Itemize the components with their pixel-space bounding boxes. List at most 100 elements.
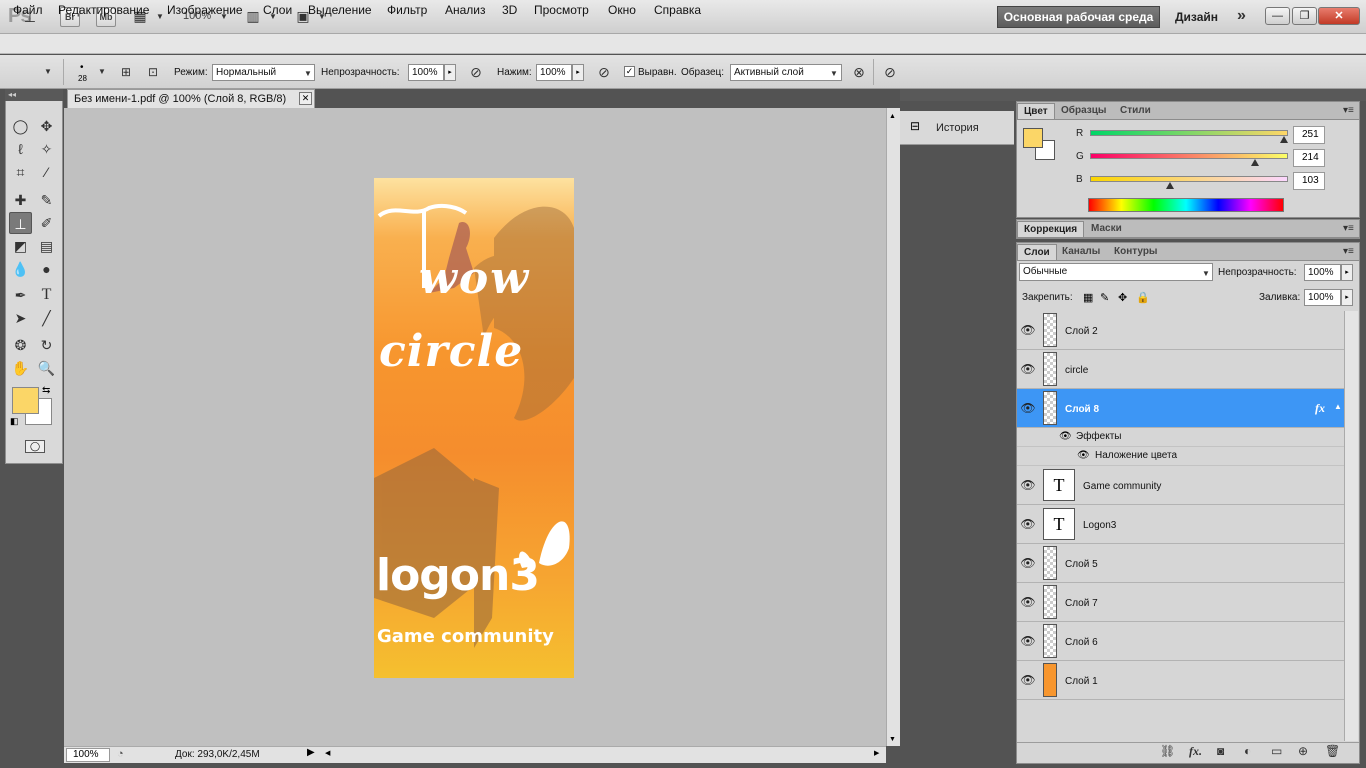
3d-rotate-tool-icon[interactable]: ❂ (9, 334, 32, 356)
vertical-scrollbar[interactable] (886, 108, 900, 746)
menu-help[interactable]: Справка (654, 3, 701, 17)
zoom-tool-icon[interactable]: 🔍 (35, 357, 58, 379)
design-workspace-button[interactable]: Дизайн (1175, 10, 1218, 24)
sample-select[interactable]: Активный слой (730, 64, 842, 81)
close-document-icon[interactable]: ✕ (299, 92, 312, 105)
default-colors-icon[interactable]: ◧ (10, 416, 19, 427)
path-selection-tool-icon[interactable]: ➤ (9, 307, 32, 329)
toolbox-header[interactable]: ◂◂ (5, 89, 63, 101)
layer-opacity-field[interactable]: 100% (1304, 264, 1341, 281)
chevron-down-icon[interactable]: ▼ (98, 67, 106, 76)
tab-paths[interactable]: Контуры (1108, 244, 1163, 260)
tab-layers[interactable]: Слои (1017, 244, 1057, 260)
scroll-up-icon[interactable]: ▲ (889, 113, 896, 120)
delete-layer-icon[interactable]: 🗑 (1325, 744, 1340, 758)
chevron-down-icon[interactable]: ▼ (1202, 269, 1210, 278)
new-adjustment-icon[interactable]: ◐ (1244, 744, 1251, 758)
dodge-tool-icon[interactable]: ● (35, 258, 58, 280)
menu-layers[interactable]: Слои (263, 3, 292, 17)
more-workspaces-button[interactable]: » (1237, 7, 1246, 25)
status-menu-arrow-icon[interactable]: ▶ (307, 747, 315, 758)
eraser-tool-icon[interactable]: ◩ (9, 235, 32, 257)
fill-field[interactable]: 100% (1304, 289, 1341, 306)
tablet-pressure-icon[interactable]: ⊘ (880, 63, 900, 82)
panel-menu-icon[interactable]: ▾≡ (1343, 246, 1354, 257)
restore-button[interactable]: ❐ (1292, 7, 1317, 25)
history-brush-tool-icon[interactable]: ✐ (35, 212, 58, 234)
mode-select[interactable]: Нормальный (212, 64, 315, 81)
layer-opacity-stepper[interactable]: ▸ (1341, 264, 1353, 281)
menu-window[interactable]: Окно (608, 3, 636, 17)
chevron-down-icon[interactable]: ▼ (156, 12, 164, 21)
chevron-down-icon[interactable]: ▼ (304, 69, 312, 78)
scroll-left-icon[interactable]: ◀ (325, 749, 330, 757)
tab-adjustments[interactable]: Коррекция (1017, 221, 1085, 237)
r-slider-thumb[interactable] (1280, 136, 1288, 143)
fill-stepper[interactable]: ▸ (1341, 289, 1353, 306)
r-slider[interactable] (1090, 130, 1288, 136)
move-tool-icon[interactable]: ✥ (35, 115, 58, 137)
chevron-down-icon[interactable]: ▼ (44, 67, 52, 76)
eye-icon[interactable]: 👁 (1077, 450, 1090, 461)
3d-orbit-tool-icon[interactable]: ↻ (35, 334, 58, 356)
tab-styles[interactable]: Стили (1114, 103, 1157, 119)
clone-stamp-tool-icon[interactable]: ⊥ (9, 212, 32, 234)
tab-masks[interactable]: Маски (1085, 221, 1128, 237)
lock-position-icon[interactable]: ✥ (1118, 291, 1127, 304)
blur-tool-icon[interactable]: 💧 (9, 258, 32, 280)
menu-3d[interactable]: 3D (502, 3, 517, 17)
b-value[interactable]: 103 (1293, 172, 1325, 190)
minimize-button[interactable]: — (1265, 7, 1290, 25)
line-tool-icon[interactable]: ╱ (35, 307, 58, 329)
menu-select[interactable]: Выделение (308, 3, 372, 17)
layers-scrollbar[interactable] (1344, 311, 1358, 741)
eye-icon[interactable]: 👁 (1019, 631, 1037, 651)
magic-wand-tool-icon[interactable]: ✧ (35, 138, 58, 160)
eye-icon[interactable]: 👁 (1019, 514, 1037, 534)
lock-transparency-icon[interactable]: ▦ (1083, 291, 1093, 304)
crop-tool-icon[interactable]: ⌗ (9, 161, 32, 183)
chevron-down-icon[interactable]: ▼ (830, 69, 838, 78)
eye-icon[interactable]: 👁 (1019, 553, 1037, 573)
clone-source-icon[interactable]: ⊡ (143, 63, 163, 82)
add-mask-icon[interactable]: ◙ (1217, 744, 1224, 758)
lock-pixels-icon[interactable]: ✎ (1100, 291, 1109, 304)
airbrush-icon[interactable]: ⊘ (594, 63, 614, 82)
lasso-tool-icon[interactable]: ℓ (9, 138, 32, 160)
b-slider-thumb[interactable] (1166, 182, 1174, 189)
eye-icon[interactable]: 👁 (1019, 670, 1037, 690)
tab-swatches[interactable]: Образцы (1055, 103, 1112, 119)
status-zoom-field[interactable]: 100% (66, 748, 110, 762)
status-options-icon[interactable]: ◔ (117, 748, 124, 760)
eye-icon[interactable]: 👁 (1019, 398, 1037, 418)
g-value[interactable]: 214 (1293, 149, 1325, 167)
swap-colors-icon[interactable]: ⇆ (42, 385, 50, 396)
pressure-field[interactable]: 100% (536, 64, 572, 81)
arrange-documents-icon[interactable]: ▥ (243, 7, 263, 26)
blend-mode-select[interactable]: Обычные (1019, 263, 1213, 281)
color-overlay-row[interactable] (1017, 447, 1344, 466)
expand-effects-icon[interactable]: ▲ (1334, 402, 1342, 411)
fx-icon[interactable]: fx (1315, 401, 1325, 416)
hand-tool-icon[interactable]: ✋ (9, 357, 32, 379)
opacity-field[interactable]: 100% (408, 64, 444, 81)
color-spectrum-bar[interactable] (1088, 198, 1284, 212)
foreground-color-swatch[interactable] (12, 387, 39, 414)
banner-artwork[interactable]: wow circle logon3 Game community (374, 178, 574, 678)
brush-preview-icon[interactable]: • (80, 62, 84, 73)
link-layers-icon[interactable]: ⛓ (1160, 744, 1175, 758)
eye-icon[interactable]: 👁 (1019, 320, 1037, 340)
marquee-tool-icon[interactable]: ◯ (9, 115, 32, 137)
b-slider[interactable] (1090, 176, 1288, 182)
pen-tool-icon[interactable]: ✒ (9, 284, 32, 306)
eye-icon[interactable]: 👁 (1059, 431, 1072, 442)
menu-image[interactable]: Изображение (167, 3, 243, 17)
horizontal-scrollbar[interactable] (320, 746, 886, 763)
panel-collapse-bar[interactable] (900, 89, 1014, 101)
eye-icon[interactable]: 👁 (1019, 359, 1037, 379)
eye-icon[interactable]: 👁 (1019, 592, 1037, 612)
pressure-stepper[interactable]: ▸ (572, 64, 584, 81)
quick-mask-icon[interactable]: ◯ (25, 440, 45, 453)
right-dock-header[interactable] (1014, 89, 1366, 101)
menu-analysis[interactable]: Анализ (445, 3, 486, 17)
